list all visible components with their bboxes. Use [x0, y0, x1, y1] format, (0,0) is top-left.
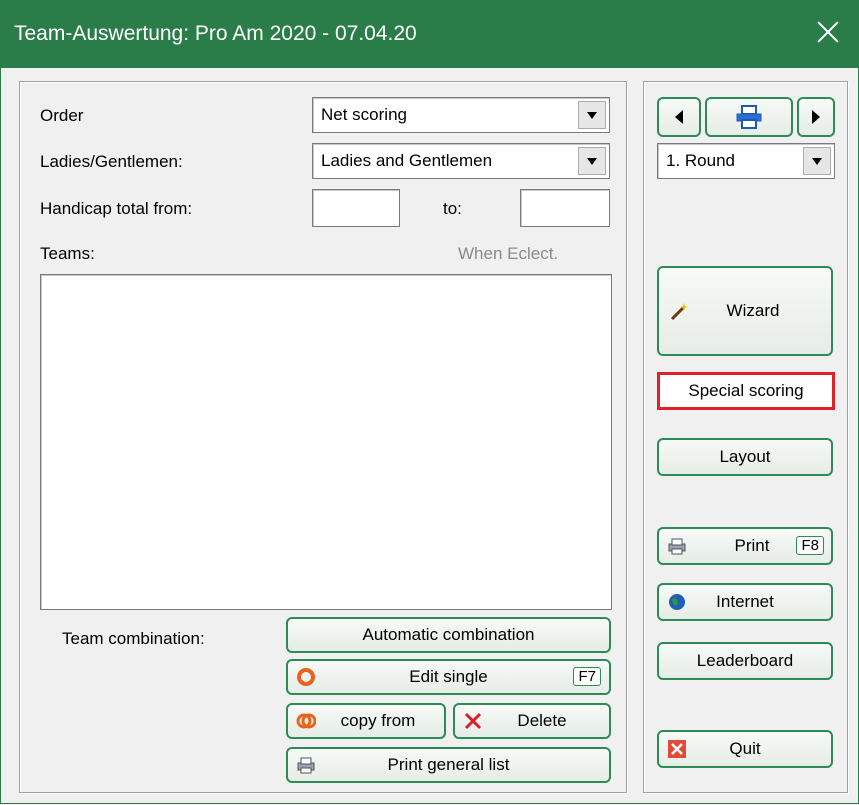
print-general-list-button[interactable]: Print general list	[286, 747, 611, 783]
print-label: Print	[734, 536, 770, 555]
magic-wand-icon	[670, 303, 688, 321]
internet-label: Internet	[716, 592, 774, 611]
quit-button[interactable]: Quit	[657, 730, 833, 768]
f8-key-badge: F8	[796, 536, 824, 555]
ring-icon	[297, 668, 315, 686]
team-combination-label: Team combination:	[62, 629, 205, 648]
special-scoring-button[interactable]: Special scoring	[657, 372, 835, 410]
round-value: 1. Round	[666, 151, 735, 170]
copy-from-button[interactable]: copy from	[286, 703, 446, 739]
next-button[interactable]	[797, 97, 835, 137]
print-general-list-label: Print general list	[387, 755, 510, 774]
handicap-to-input[interactable]	[520, 189, 610, 227]
teams-label: Teams:	[40, 244, 95, 263]
teams-list[interactable]	[40, 274, 612, 610]
copy-rings-icon	[296, 713, 316, 729]
window-title: Team-Auswertung: Pro Am 2020 - 07.04.20	[14, 22, 417, 45]
print-button[interactable]: Print F8	[657, 527, 833, 565]
close-icon[interactable]	[811, 14, 845, 50]
gender-select[interactable]: Ladies and Gentlemen	[312, 143, 610, 179]
handicap-label: Handicap total from:	[40, 199, 193, 218]
gender-label: Ladies/Gentlemen:	[40, 152, 183, 171]
handicap-from-input[interactable]	[312, 189, 400, 227]
chevron-down-icon[interactable]	[803, 147, 831, 175]
edit-single-button[interactable]: Edit single F7	[286, 659, 611, 695]
chevron-down-icon[interactable]	[578, 101, 606, 129]
copy-from-label: copy from	[340, 711, 416, 730]
leaderboard-label: Leaderboard	[696, 651, 794, 670]
round-select[interactable]: 1. Round	[657, 143, 835, 179]
f7-key-badge: F7	[573, 667, 601, 686]
layout-label: Layout	[719, 447, 771, 466]
print-preview-button[interactable]	[705, 97, 793, 137]
leaderboard-button[interactable]: Leaderboard	[657, 642, 833, 680]
to-label: to:	[443, 199, 462, 218]
arrow-left-icon	[675, 110, 683, 124]
previous-button[interactable]	[657, 97, 701, 137]
when-eclect-checkbox[interactable]: When Eclect.	[458, 244, 558, 264]
delete-button[interactable]: Delete	[453, 703, 611, 739]
internet-button[interactable]: Internet	[657, 583, 833, 621]
wizard-button[interactable]: Wizard	[657, 266, 833, 356]
delete-x-icon	[464, 712, 482, 730]
order-label: Order	[40, 106, 84, 125]
printer-icon	[297, 757, 315, 774]
wizard-label: Wizard	[726, 301, 780, 320]
arrow-right-icon	[812, 110, 820, 124]
layout-button[interactable]: Layout	[657, 438, 833, 476]
automatic-combination-label: Automatic combination	[362, 625, 535, 644]
automatic-combination-button[interactable]: Automatic combination	[286, 617, 611, 653]
delete-label: Delete	[517, 711, 567, 730]
quit-icon	[668, 740, 686, 758]
edit-single-label: Edit single	[409, 667, 488, 686]
printer-icon	[736, 105, 762, 129]
side-panel	[643, 81, 848, 793]
globe-icon	[669, 594, 685, 610]
printer-icon	[668, 538, 686, 555]
quit-label: Quit	[729, 739, 761, 758]
title-bar: Team-Auswertung: Pro Am 2020 - 07.04.20	[0, 0, 859, 68]
special-scoring-label: Special scoring	[688, 381, 804, 400]
gender-value: Ladies and Gentlemen	[321, 151, 493, 170]
order-select[interactable]: Net scoring	[312, 97, 610, 133]
chevron-down-icon[interactable]	[578, 147, 606, 175]
order-value: Net scoring	[321, 105, 407, 124]
